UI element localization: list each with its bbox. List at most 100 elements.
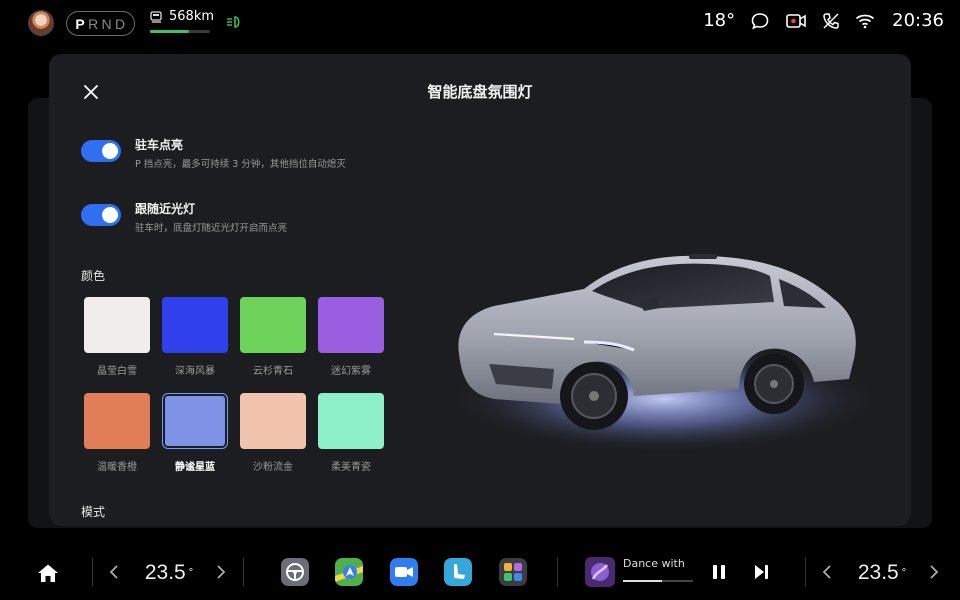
color-label: 深海风暴: [175, 366, 215, 377]
color-option-7[interactable]: 柔美青瓷: [318, 393, 384, 473]
follow-lowbeam-toggle[interactable]: [81, 204, 121, 226]
gear-indicator: P R N D: [66, 11, 135, 36]
headlight-icon: [227, 16, 240, 28]
color-option-3[interactable]: 迷幻紫雾: [318, 297, 384, 377]
outside-temperature: 18°: [703, 10, 736, 31]
color-label: 温暖香橙: [97, 462, 137, 473]
video-call-app[interactable]: [390, 558, 418, 586]
color-option-0[interactable]: 晶莹白雪: [84, 297, 150, 377]
right-temperature[interactable]: 23.5 °: [851, 558, 913, 588]
pause-button[interactable]: [709, 562, 729, 582]
dashcam-icon[interactable]: [785, 12, 807, 30]
right-temp-increase[interactable]: [926, 559, 942, 585]
right-temp-value: 23.5: [857, 561, 899, 584]
range-value: 568km: [169, 9, 215, 24]
color-swatch: [162, 297, 228, 353]
media-progress[interactable]: [623, 580, 693, 582]
mode-section-label: 模式: [81, 505, 106, 519]
setting-desc: P 挡点亮，最多可持续 3 分钟，其他挡位自动熄灭: [135, 159, 346, 170]
dock-separator: [243, 557, 244, 587]
album-art-icon: [585, 557, 615, 587]
car-illustration: [449, 254, 879, 454]
color-option-4[interactable]: 温暖香橙: [84, 393, 150, 473]
gear-r: R: [88, 15, 99, 32]
map-icon: [335, 558, 363, 586]
range-readout: 568km: [150, 9, 214, 24]
seat-icon: [444, 558, 472, 586]
setting-name: 驻车点亮: [135, 138, 184, 152]
wifi-icon[interactable]: [855, 13, 875, 29]
color-swatch: [84, 393, 150, 449]
color-swatch: [318, 297, 384, 353]
gear-d: D: [114, 15, 126, 32]
range-bar: [150, 30, 210, 33]
home-button[interactable]: [36, 561, 60, 585]
phone-icon[interactable]: [822, 12, 840, 30]
left-temp-decrease[interactable]: [106, 559, 122, 585]
left-temp-value: 23.5: [144, 561, 186, 584]
chevron-left-icon: [822, 565, 831, 579]
color-label: 柔美青瓷: [331, 462, 371, 473]
home-icon: [38, 564, 58, 582]
color-swatch: [318, 393, 384, 449]
color-swatch: [240, 393, 306, 449]
setting-desc: 驻车时，底盘灯随近光灯开启而点亮: [135, 223, 288, 234]
ambient-light-modal: 智能底盘氛围灯 驻车点亮 P 挡点亮，最多可持续 3 分钟，其他挡位自动熄灭 跟…: [49, 54, 911, 526]
color-option-1[interactable]: 深海风暴: [162, 297, 228, 377]
setting-name: 跟随近光灯: [135, 202, 196, 216]
color-swatch: [165, 396, 225, 446]
gear-n: N: [101, 15, 113, 32]
degree-sign: °: [901, 567, 907, 579]
setting-park-light: 驻车点亮 P 挡点亮，最多可持续 3 分钟，其他挡位自动熄灭: [81, 137, 346, 170]
pause-icon: [713, 565, 725, 579]
range-bar-fill: [150, 30, 189, 33]
gear-p: P: [75, 15, 86, 32]
chevron-right-icon: [217, 565, 226, 579]
app-launcher[interactable]: [499, 558, 527, 586]
color-label: 沙粉流金: [253, 462, 293, 473]
color-swatch-grid: 晶莹白雪 深海风暴 云杉青石 迷幻紫雾 温暖香橙 静谧星蓝 沙粉流金 柔美青瓷: [84, 297, 384, 473]
color-swatch: [84, 297, 150, 353]
status-right: 18° 20:36: [703, 10, 944, 31]
left-temp-increase[interactable]: [213, 559, 229, 585]
setting-text: 驻车点亮 P 挡点亮，最多可持续 3 分钟，其他挡位自动熄灭: [135, 137, 346, 170]
bottom-dock: 23.5 ° Dance with 23.5 °: [0, 545, 960, 600]
dock-separator: [805, 557, 806, 587]
color-label: 静谧星蓝: [175, 462, 215, 473]
album-art[interactable]: [585, 557, 615, 587]
color-option-2[interactable]: 云杉青石: [240, 297, 306, 377]
right-temp-decrease[interactable]: [819, 559, 835, 585]
app-grid-icon: [499, 558, 527, 586]
park-light-toggle[interactable]: [81, 140, 121, 162]
media-progress-fill: [623, 580, 662, 582]
modal-title: 智能底盘氛围灯: [427, 83, 533, 101]
battery-car-icon: [150, 10, 162, 23]
skip-next-icon: [755, 565, 768, 579]
steering-app[interactable]: [281, 558, 309, 586]
chevron-left-icon: [109, 565, 118, 579]
toggle-knob: [102, 207, 118, 223]
camera-app-icon: [390, 558, 418, 586]
user-avatar[interactable]: [28, 10, 54, 36]
color-option-6[interactable]: 沙粉流金: [240, 393, 306, 473]
seat-app[interactable]: [444, 558, 472, 586]
left-temperature[interactable]: 23.5 °: [138, 558, 200, 588]
steering-wheel-icon: [281, 558, 309, 586]
media-title: Dance with: [623, 557, 685, 570]
chevron-right-icon: [930, 565, 939, 579]
color-label: 云杉青石: [253, 366, 293, 377]
next-track-button[interactable]: [751, 562, 771, 582]
setting-text: 跟随近光灯 驻车时，底盘灯随近光灯开启而点亮: [135, 201, 287, 234]
degree-sign: °: [188, 567, 194, 579]
setting-follow-lowbeam: 跟随近光灯 驻车时，底盘灯随近光灯开启而点亮: [81, 201, 287, 234]
color-label: 晶莹白雪: [97, 366, 137, 377]
clock: 20:36: [892, 10, 944, 31]
dock-separator: [557, 557, 558, 587]
color-swatch: [240, 297, 306, 353]
navigation-app[interactable]: [335, 558, 363, 586]
dock-separator: [92, 557, 93, 587]
toggle-knob: [102, 143, 118, 159]
message-icon[interactable]: [750, 11, 770, 31]
color-option-5[interactable]: 静谧星蓝: [162, 393, 228, 473]
color-label: 迷幻紫雾: [331, 366, 371, 377]
